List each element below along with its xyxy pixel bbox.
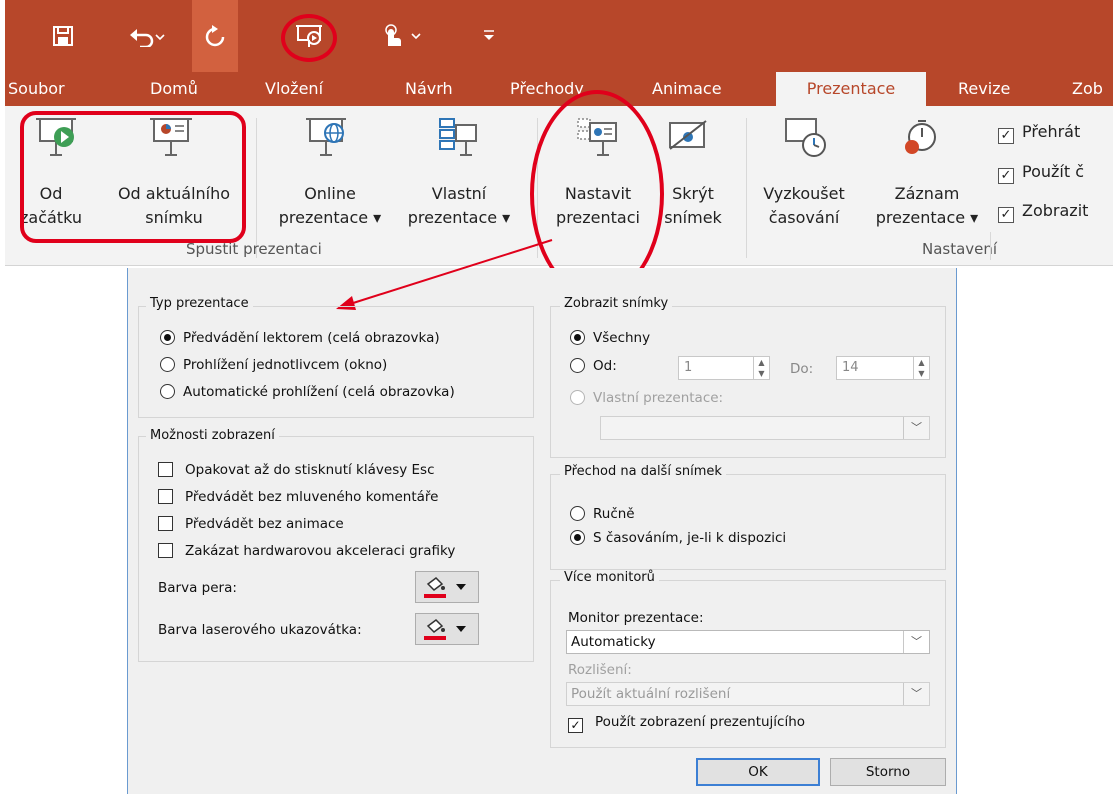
checkmark-icon: ✓ <box>568 718 583 733</box>
slides-to-label: Do: <box>790 361 814 377</box>
resolution-label: Rozlišení: <box>568 662 632 678</box>
radio-icon <box>160 330 175 345</box>
chevron-down-icon: ﹀ <box>903 417 929 439</box>
laser-color-button[interactable] <box>415 613 479 645</box>
record-slideshow-button[interactable]: Záznam prezentace ▾ <box>862 182 992 230</box>
disable-hw-accel-checkbox[interactable]: Zakázat hardwarovou akceleraci grafiky <box>158 543 455 559</box>
annotation-arrow <box>336 239 553 310</box>
multiple-monitors-legend: Více monitorů <box>560 570 659 585</box>
radio-icon <box>160 357 175 372</box>
resolution-select[interactable]: Použít aktuální rozlišení ﹀ <box>566 682 930 706</box>
chevron-down-icon[interactable]: ﹀ <box>903 631 929 653</box>
undo-icon[interactable] <box>128 0 166 75</box>
presentation-type-legend: Typ prezentace <box>146 296 253 311</box>
advance-slides-group <box>550 474 946 570</box>
tab-soubor[interactable]: Soubor <box>8 72 65 106</box>
annotation-circle-qat <box>281 14 337 62</box>
play-narrations-checkbox[interactable]: ✓ Přehrát <box>998 122 1080 144</box>
tab-prezentace[interactable]: Prezentace <box>776 72 926 106</box>
advance-manual-radio[interactable]: Ručně <box>570 506 635 522</box>
tab-vlozeni[interactable]: Vložení <box>265 72 323 106</box>
slides-from-radio[interactable]: Od: <box>570 358 617 374</box>
type-individual-radio[interactable]: Prohlížení jednotlivcem (okno) <box>160 357 387 373</box>
laser-color-label: Barva laserového ukazovátka: <box>158 622 362 638</box>
online-presentation-button[interactable]: Online prezentace ▾ <box>268 182 392 230</box>
pen-color-label: Barva pera: <box>158 580 237 596</box>
slides-to-input[interactable]: 14 ▲ ▼ <box>836 356 930 380</box>
loop-until-esc-checkbox[interactable]: Opakovat až do stisknutí klávesy Esc <box>158 462 435 478</box>
type-speaker-radio[interactable]: Předvádění lektorem (celá obrazovka) <box>160 330 440 346</box>
show-options-legend: Možnosti zobrazení <box>146 428 279 443</box>
presenter-view-checkbox[interactable]: ✓ Použít zobrazení prezentujícího <box>568 714 805 733</box>
monitor-label: Monitor prezentace: <box>568 610 704 626</box>
touch-mode-icon[interactable] <box>380 0 424 76</box>
checkmark-icon: ✓ <box>998 168 1014 184</box>
group-separator <box>990 232 991 260</box>
cancel-button[interactable]: Storno <box>830 758 946 786</box>
use-timings-checkbox[interactable]: ✓ Použít č <box>998 162 1084 184</box>
annotation-box-start-group <box>20 111 246 243</box>
custom-show-button[interactable]: Vlastní prezentace ▾ <box>396 182 522 230</box>
radio-icon <box>160 384 175 399</box>
spin-arrows-icon[interactable]: ▲ ▼ <box>913 357 929 379</box>
hide-slide-icon <box>666 115 710 167</box>
checkmark-icon: ✓ <box>998 207 1014 223</box>
tab-domu[interactable]: Domů <box>150 72 198 106</box>
paint-bucket-icon <box>424 619 466 640</box>
repeat-icon <box>205 25 225 47</box>
tab-navrh[interactable]: Návrh <box>405 72 453 106</box>
online-presentation-icon <box>306 115 350 167</box>
advance-slides-legend: Přechod na další snímek <box>560 464 726 479</box>
group-separator <box>256 118 257 258</box>
show-media-controls-checkbox[interactable]: ✓ Zobrazit <box>998 201 1088 223</box>
type-kiosk-radio[interactable]: Automatické prohlížení (celá obrazovka) <box>160 384 455 400</box>
tab-animace[interactable]: Animace <box>652 72 722 106</box>
rehearse-timings-icon <box>784 115 828 167</box>
rehearse-timings-button[interactable]: Vyzkoušet časování <box>752 182 856 230</box>
ok-button[interactable]: OK <box>696 758 820 786</box>
title-bar <box>5 0 1113 72</box>
spin-arrows-icon[interactable]: ▲ ▼ <box>753 357 769 379</box>
chevron-down-icon: ﹀ <box>903 683 929 705</box>
advance-timings-radio[interactable]: S časováním, je-li k dispozici <box>570 530 786 546</box>
group-separator <box>746 118 747 258</box>
no-narration-checkbox[interactable]: Předvádět bez mluveného komentáře <box>158 489 438 505</box>
tab-zobrazeni[interactable]: Zob <box>1072 72 1103 106</box>
tab-revize[interactable]: Revize <box>958 72 1010 106</box>
customize-qat-icon[interactable] <box>482 0 496 75</box>
record-slideshow-icon <box>898 115 942 167</box>
custom-show-radio[interactable]: Vlastní prezentace: <box>570 390 723 406</box>
paint-bucket-icon <box>424 577 466 598</box>
monitor-select[interactable]: Automaticky ﹀ <box>566 630 930 654</box>
no-animation-checkbox[interactable]: Předvádět bez animace <box>158 516 344 532</box>
custom-show-select[interactable]: ﹀ <box>600 416 930 440</box>
slides-all-radio[interactable]: Všechny <box>570 330 650 346</box>
custom-show-icon <box>436 115 480 167</box>
repeat-button[interactable] <box>192 0 238 72</box>
show-slides-legend: Zobrazit snímky <box>560 296 673 311</box>
pen-color-button[interactable] <box>415 571 479 603</box>
checkmark-icon: ✓ <box>998 128 1014 144</box>
save-icon[interactable] <box>52 0 74 75</box>
slides-from-input[interactable]: 1 ▲ ▼ <box>678 356 770 380</box>
group-label-setup: Nastavení <box>922 240 998 258</box>
